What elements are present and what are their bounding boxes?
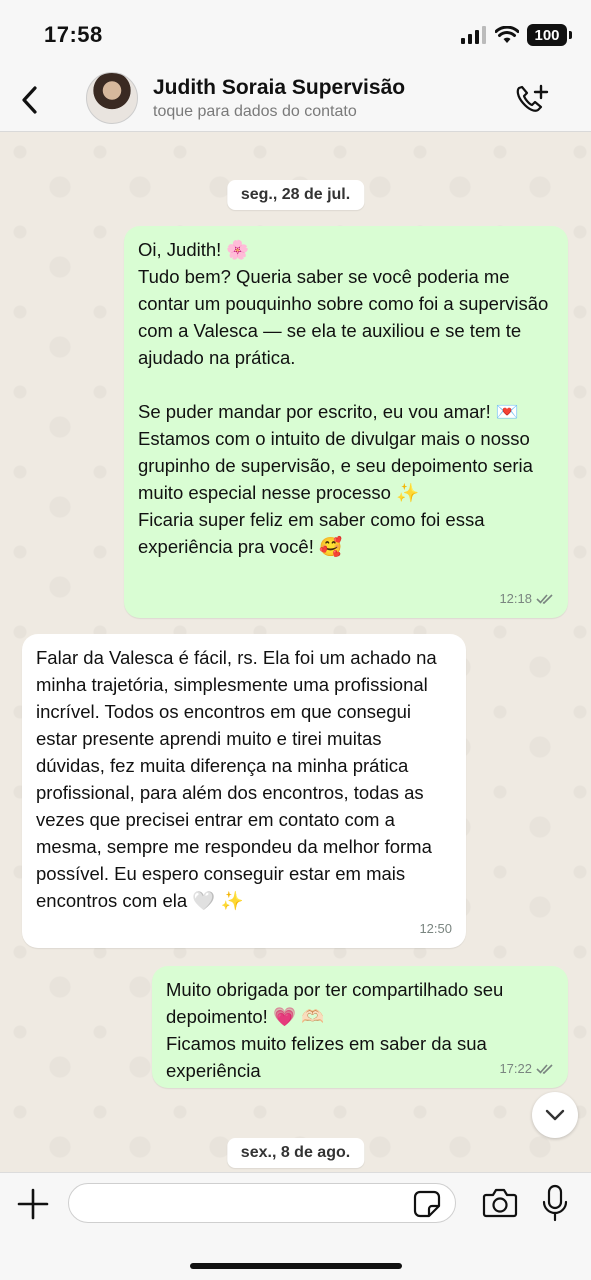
message-text: Oi, Judith! 🌸 Tudo bem? Queria saber se … [138,239,549,557]
message-bubble-outgoing[interactable]: Muito obrigada por ter compartilhado seu… [152,966,568,1088]
camera-button[interactable] [482,1187,518,1219]
date-chip: seg., 28 de jul. [226,180,365,210]
message-time: 12:18 [499,591,532,606]
message-bubble-incoming[interactable]: Falar da Valesca é fácil, rs. Ela foi um… [22,634,466,948]
status-time: 17:58 [44,22,103,47]
avatar[interactable] [86,72,138,124]
signal-icon [461,26,486,44]
plus-icon [17,1188,49,1220]
message-meta: 12:18 [499,585,554,612]
double-check-icon [536,593,553,604]
input-bar [0,1172,591,1280]
message-text: Muito obrigada por ter compartilhado seu… [166,979,504,1081]
chevron-down-icon [545,1109,565,1121]
add-call-icon [516,84,549,112]
status-icons: 100 [461,24,572,46]
contact-name[interactable]: Judith Soraia Supervisão [153,76,405,100]
sticker-icon [413,1190,441,1218]
date-chip: sex., 8 de ago. [226,1138,365,1168]
message-time: 12:50 [419,921,452,936]
message-meta: 12:50 [419,915,452,942]
battery-icon: 100 [527,24,572,46]
add-call-button[interactable] [513,82,553,118]
home-indicator [190,1263,402,1269]
back-icon [22,86,37,114]
sticker-button[interactable] [412,1189,442,1219]
wifi-icon [495,26,519,43]
chat-header: Judith Soraia Supervisão toque para dado… [0,66,591,132]
status-bar: 17:58 100 [0,0,591,66]
double-check-icon [536,1063,553,1074]
attach-button[interactable] [16,1187,50,1221]
microphone-button[interactable] [540,1183,570,1223]
message-time: 17:22 [499,1061,532,1076]
camera-icon [482,1188,518,1218]
microphone-icon [542,1184,568,1222]
message-meta: 17:22 [499,1055,554,1082]
contact-subtitle[interactable]: toque para dados do contato [153,103,357,121]
scroll-down-button[interactable] [532,1092,578,1138]
message-bubble-outgoing[interactable]: Oi, Judith! 🌸 Tudo bem? Queria saber se … [124,226,568,618]
back-button[interactable] [12,80,46,120]
message-text: Falar da Valesca é fácil, rs. Ela foi um… [36,647,442,911]
message-input[interactable] [68,1183,456,1223]
chat-area[interactable]: seg., 28 de jul. Oi, Judith! 🌸 Tudo bem?… [0,132,591,1172]
